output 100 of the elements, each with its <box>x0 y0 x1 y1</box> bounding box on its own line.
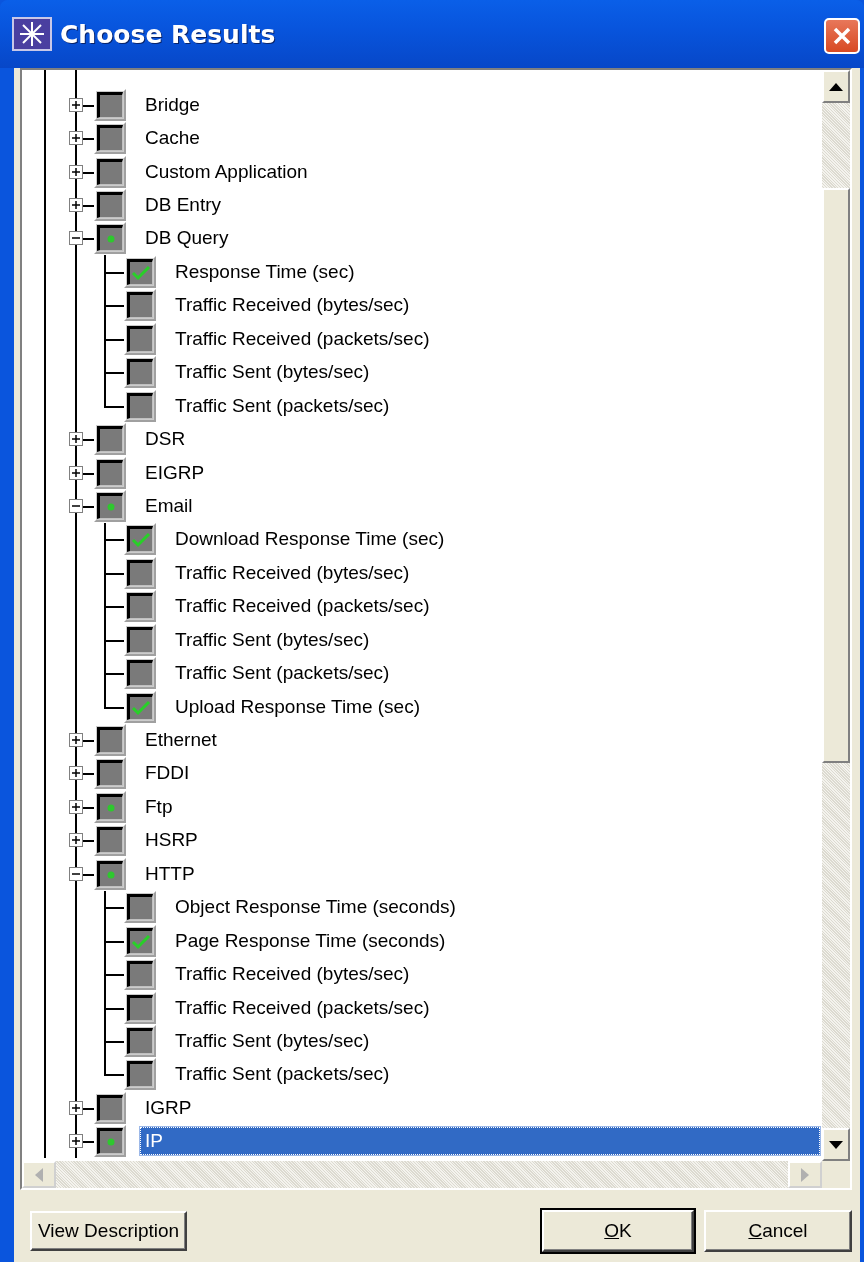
tree-item-label[interactable]: DSR <box>140 425 191 454</box>
tree-item-label[interactable]: DB Query <box>140 224 234 253</box>
tree-item-label[interactable]: Traffic Received (packets/sec) <box>170 993 435 1022</box>
tree-item-label[interactable]: DB Entry <box>140 191 227 220</box>
cancel-button[interactable]: Cancel <box>704 1210 852 1252</box>
dot-icon <box>107 235 115 244</box>
checkbox[interactable] <box>124 657 156 690</box>
checkbox[interactable] <box>124 255 156 288</box>
tree-item-label[interactable]: Traffic Received (packets/sec) <box>170 324 435 353</box>
tree-item-label[interactable]: HSRP <box>140 826 203 855</box>
plus-icon[interactable] <box>69 766 83 781</box>
plus-icon[interactable] <box>69 131 83 146</box>
plus-icon[interactable] <box>69 833 83 848</box>
checkbox[interactable] <box>94 824 126 857</box>
checkbox[interactable] <box>124 891 156 924</box>
down-arrow-icon <box>829 1140 843 1149</box>
tree-item-label[interactable]: EIGRP <box>140 458 210 487</box>
dot-icon <box>107 1138 115 1147</box>
tree-item-label[interactable]: Traffic Sent (packets/sec) <box>170 391 395 420</box>
tree-item-label[interactable]: Email <box>140 491 198 520</box>
tree-item-label[interactable]: Traffic Sent (bytes/sec) <box>170 1026 375 1055</box>
tree-item-label[interactable]: Bridge <box>140 90 205 119</box>
tree-item-label[interactable]: Object Response Time (seconds) <box>170 893 461 922</box>
tree-item-label[interactable]: HTTP <box>140 859 200 888</box>
plus-icon[interactable] <box>69 1134 83 1149</box>
tree-item-label[interactable]: Custom Application <box>140 157 313 186</box>
tree-item-label[interactable]: Cache <box>140 124 205 153</box>
checkbox[interactable] <box>124 389 156 422</box>
scroll-thumb[interactable] <box>822 188 850 763</box>
plus-icon[interactable] <box>69 799 83 814</box>
tree-item-label[interactable]: Page Response Time (seconds) <box>170 926 451 955</box>
checkbox[interactable] <box>94 1091 126 1124</box>
checkbox[interactable] <box>94 122 126 155</box>
left-arrow-icon <box>35 1167 43 1182</box>
checkbox[interactable] <box>124 991 156 1024</box>
tree-item-label[interactable]: IP <box>140 1127 820 1156</box>
up-arrow-icon <box>829 82 843 91</box>
minus-icon[interactable] <box>69 498 83 513</box>
checkbox[interactable] <box>94 222 126 255</box>
close-button[interactable] <box>824 18 860 54</box>
tree-item-label[interactable]: Ftp <box>140 792 178 821</box>
minus-icon[interactable] <box>69 231 83 246</box>
minus-icon[interactable] <box>69 866 83 881</box>
checkbox[interactable] <box>124 623 156 656</box>
checkbox[interactable] <box>94 1125 126 1158</box>
checkbox[interactable] <box>94 423 126 456</box>
tree-item-label[interactable]: IGRP <box>140 1093 197 1122</box>
plus-icon[interactable] <box>69 733 83 748</box>
tree-item-label[interactable]: Response Time (sec) <box>170 257 360 286</box>
check-icon <box>131 532 151 549</box>
check-icon <box>131 699 151 716</box>
tree-item-label[interactable]: Traffic Received (bytes/sec) <box>170 291 415 320</box>
dot-icon <box>107 502 115 511</box>
plus-icon[interactable] <box>69 97 83 112</box>
plus-icon[interactable] <box>69 164 83 179</box>
checkbox[interactable] <box>124 590 156 623</box>
checkbox[interactable] <box>94 88 126 121</box>
tree-item-label[interactable]: Ethernet <box>140 726 222 755</box>
checkbox[interactable] <box>124 958 156 991</box>
checkbox[interactable] <box>124 556 156 589</box>
checkbox[interactable] <box>124 322 156 355</box>
app-icon <box>12 17 52 51</box>
checkbox[interactable] <box>94 757 126 790</box>
plus-icon[interactable] <box>69 465 83 480</box>
checkbox[interactable] <box>124 356 156 389</box>
checkbox[interactable] <box>124 690 156 723</box>
window-title: Choose Results <box>60 19 277 49</box>
tree-item-label[interactable]: Traffic Received (packets/sec) <box>170 592 435 621</box>
tree-item-label[interactable]: Traffic Sent (bytes/sec) <box>170 625 375 654</box>
checkbox[interactable] <box>94 857 126 890</box>
check-icon <box>131 264 151 281</box>
close-icon <box>832 26 852 46</box>
tree-item-label[interactable]: Traffic Sent (packets/sec) <box>170 1060 395 1089</box>
check-icon <box>131 933 151 950</box>
tree-item-label[interactable]: FDDI <box>140 759 195 788</box>
tree-item-label[interactable]: Traffic Received (bytes/sec) <box>170 558 415 587</box>
scroll-down-button[interactable] <box>822 1128 850 1161</box>
checkbox[interactable] <box>124 1058 156 1091</box>
tree-item-label[interactable]: Traffic Received (bytes/sec) <box>170 960 415 989</box>
plus-icon[interactable] <box>69 432 83 447</box>
checkbox[interactable] <box>124 924 156 957</box>
ok-button[interactable]: OK <box>542 1210 694 1252</box>
checkbox[interactable] <box>94 724 126 757</box>
checkbox[interactable] <box>124 523 156 556</box>
plus-icon[interactable] <box>69 198 83 213</box>
tree-item-label[interactable]: Traffic Sent (packets/sec) <box>170 659 395 688</box>
tree-item-label[interactable]: Traffic Sent (bytes/sec) <box>170 358 375 387</box>
view-description-button[interactable]: View Description <box>30 1211 188 1251</box>
tree-item-label[interactable]: Download Response Time (sec) <box>170 525 450 554</box>
checkbox[interactable] <box>124 1024 156 1057</box>
checkbox[interactable] <box>94 489 126 522</box>
scroll-up-button[interactable] <box>822 70 850 103</box>
dot-icon <box>107 803 115 812</box>
checkbox[interactable] <box>94 189 126 222</box>
tree-item-label[interactable]: Upload Response Time (sec) <box>170 692 425 721</box>
checkbox[interactable] <box>94 456 126 489</box>
checkbox[interactable] <box>94 155 126 188</box>
checkbox[interactable] <box>94 790 126 823</box>
checkbox[interactable] <box>124 289 156 322</box>
plus-icon[interactable] <box>69 1100 83 1115</box>
